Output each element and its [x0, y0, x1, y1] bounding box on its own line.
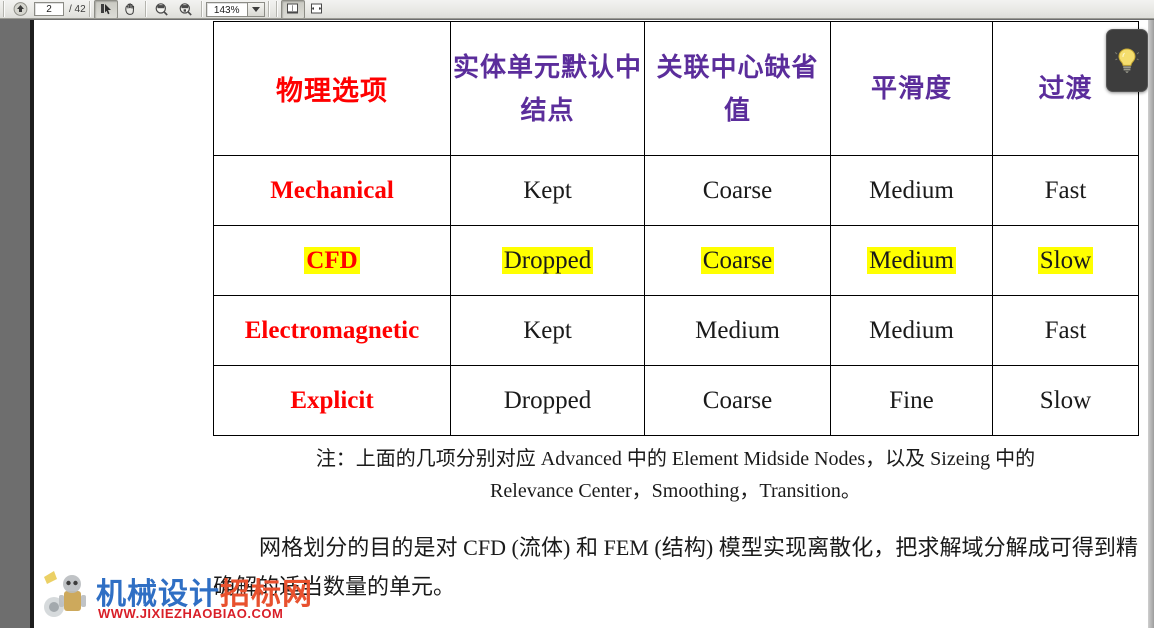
note-line-1: 注：上面的几项分别对应 Advanced 中的 Element Midside …: [315, 448, 1036, 470]
cell-value: Dropped: [501, 246, 594, 274]
body-paragraph: 网格划分的目的是对 CFD (流体) 和 FEM (结构) 模型实现离散化，把求…: [213, 535, 1138, 600]
column-header-label: 过渡: [1038, 73, 1093, 104]
toolbar-divider: [3, 1, 5, 17]
cell-value: Kept: [523, 176, 572, 204]
cell-value: Coarse: [702, 386, 773, 414]
cell-value: Dropped: [503, 386, 592, 414]
column-header-label: 物理选项: [276, 76, 388, 106]
cell-value: Fast: [1044, 176, 1087, 204]
toolbar-divider: [267, 1, 270, 17]
table-row: Electromagnetic Kept Medium Medium Fast: [213, 295, 1139, 366]
row-label: Mechanical: [270, 176, 394, 204]
row-label-cell: Mechanical: [213, 155, 451, 226]
hand-tool-icon[interactable]: [118, 0, 142, 18]
page-number-input[interactable]: 2: [34, 2, 64, 16]
table-header-row: 物理选项 实体单元默认中结点 关联中心缺省值 平滑度 过渡: [213, 21, 1139, 156]
cell-value: Medium: [695, 316, 780, 344]
table-cell: Medium: [830, 295, 993, 366]
row-label-cell: Explicit: [213, 365, 451, 436]
watermark-url: WWW.JIXIEZHAOBIAO.COM: [98, 606, 284, 621]
watermark-text-blue: 机械设计: [96, 578, 220, 611]
toolbar-divider: [144, 1, 147, 17]
pdf-toolbar: 2 / 42 143%: [0, 0, 1154, 19]
table-row: Explicit Dropped Coarse Fine Slow: [213, 365, 1139, 436]
note-line-2: Relevance Center，Smoothing，Transition。: [490, 480, 861, 503]
chevron-down-icon: [251, 6, 260, 12]
table-row: CFD Dropped Coarse Medium Slow: [213, 225, 1139, 296]
table-cell: Dropped: [450, 225, 645, 296]
physics-options-table: 物理选项 实体单元默认中结点 关联中心缺省值 平滑度 过渡 Mechanical…: [213, 21, 1139, 436]
table-header-cell: 平滑度: [830, 21, 993, 156]
cell-value: Fast: [1044, 316, 1087, 344]
page-total-label: / 42: [69, 3, 86, 15]
cell-value: Slow: [1037, 246, 1094, 274]
save-arrow-icon[interactable]: [8, 0, 32, 18]
table-cell: Slow: [992, 365, 1139, 436]
toolbar-divider: [88, 1, 91, 17]
pdf-viewer-window: 2 / 42 143% 物理选项 实体单元默认中结点 关联中心缺省值 平滑度 过…: [0, 0, 1154, 628]
cell-value: Medium: [867, 246, 956, 274]
table-cell: Medium: [830, 225, 993, 296]
cell-value: Fine: [889, 386, 934, 414]
zoom-level-input[interactable]: 143%: [205, 1, 248, 17]
table-row: Mechanical Kept Coarse Medium Fast: [213, 155, 1139, 226]
toolbar-divider: [200, 1, 203, 17]
table-cell: Fast: [992, 295, 1139, 366]
vertical-scrollbar-edge[interactable]: [1148, 20, 1154, 628]
table-cell: Medium: [830, 155, 993, 226]
table-cell: Coarse: [644, 365, 831, 436]
zoom-out-icon[interactable]: [150, 0, 174, 18]
column-header-label: 关联中心缺省值: [656, 52, 819, 125]
row-label-cell: Electromagnetic: [213, 295, 451, 366]
row-label: Electromagnetic: [244, 316, 420, 344]
table-cell: Kept: [450, 295, 645, 366]
cell-value: Slow: [1039, 386, 1092, 414]
robot-logo-icon: [44, 571, 86, 617]
lightbulb-icon: [1115, 47, 1139, 73]
pdf-page: 物理选项 实体单元默认中结点 关联中心缺省值 平滑度 过渡 Mechanical…: [34, 20, 1148, 628]
table-cell: Kept: [450, 155, 645, 226]
row-label-cell: CFD: [213, 225, 451, 296]
table-cell: Coarse: [644, 225, 831, 296]
table-cell: Slow: [992, 225, 1139, 296]
table-cell: Coarse: [644, 155, 831, 226]
table-cell: Medium: [644, 295, 831, 366]
tips-sidebar-tab[interactable]: [1106, 29, 1148, 92]
zoom-in-icon[interactable]: [174, 0, 198, 18]
table-header-cell: 关联中心缺省值: [644, 21, 831, 156]
column-header-label: 实体单元默认中结点: [452, 52, 642, 125]
row-label: CFD: [304, 246, 360, 274]
table-note: 注：上面的几项分别对应 Advanced 中的 Element Midside …: [213, 443, 1138, 508]
table-header-cell: 实体单元默认中结点: [450, 21, 645, 156]
toolbar-divider: [275, 1, 278, 17]
zoom-dropdown-button[interactable]: [247, 1, 265, 17]
cell-value: Medium: [869, 316, 954, 344]
cell-value: Coarse: [702, 176, 773, 204]
cell-value: Kept: [523, 316, 572, 344]
column-header-label: 平滑度: [870, 73, 952, 104]
table-cell: Fast: [992, 155, 1139, 226]
cell-value: Medium: [869, 176, 954, 204]
fit-width-icon[interactable]: [305, 0, 329, 18]
fit-page-icon[interactable]: [280, 0, 305, 18]
select-text-tool-icon[interactable]: [93, 0, 118, 18]
row-label: Explicit: [290, 386, 374, 414]
cell-value: Coarse: [700, 246, 775, 274]
table-cell: Dropped: [450, 365, 645, 436]
table-header-cell: 物理选项: [213, 21, 451, 156]
table-cell: Fine: [830, 365, 993, 436]
